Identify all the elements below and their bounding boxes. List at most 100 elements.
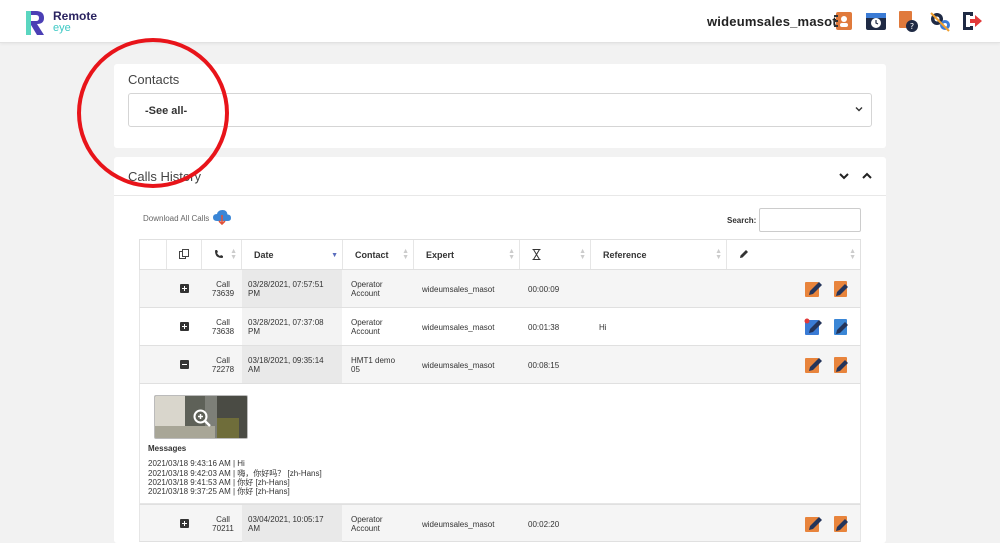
edit-note-icon[interactable] [803,317,823,337]
table-row[interactable]: Call 73638 03/28/2021, 07:37:08 PM Opera… [139,308,861,346]
copy-icon [179,249,189,259]
expert-cell: wideumsales_masot [422,361,495,370]
expert-cell: wideumsales_masot [422,323,495,332]
call-cell: Call 72278 [210,356,236,374]
sort-desc-icon: ▼ [331,252,338,259]
call-id: 73639 [211,289,235,298]
contact-name-2: Account [351,327,380,336]
calls-history-panel: Calls History Download All Calls Search:… [114,157,886,543]
contact-cell: Operator Account [351,280,383,298]
date-cell: 03/28/2021, 07:57:51 PM [242,270,342,307]
call-cell: Call 73639 [210,280,236,298]
edit-note-icon[interactable] [803,355,823,375]
call-id: 70211 [212,524,234,533]
search-label: Search: [727,216,757,225]
search-input[interactable] [759,208,861,232]
app-name: Remote [53,9,98,23]
call-label: Call [216,515,230,524]
download-all-calls-label: Download All Calls [143,213,210,223]
contact-cell: Operator Account [351,515,383,533]
report-icon[interactable] [831,514,851,534]
edit-note-icon[interactable] [803,279,823,299]
settings-gears-icon[interactable] [928,9,952,33]
contact-name: HMT1 demo [351,356,396,365]
contact-name-2: Account [351,289,380,298]
date-value: 03/28/2021, 07:37:08 PM [248,318,324,336]
table-row[interactable]: Call 73639 03/28/2021, 07:57:51 PM Opera… [139,270,861,308]
app-subname: eye [53,22,71,34]
download-all-calls-button[interactable]: Download All Calls [143,209,232,227]
date-header-label: Date [254,250,274,260]
divider [114,195,886,196]
date-value: 03/28/2021, 07:57:51 PM [248,280,324,298]
pencil-icon [740,250,748,258]
call-id: 72278 [211,365,235,374]
edit-note-icon[interactable] [803,514,823,534]
call-id: 73638 [211,327,235,336]
date-value: 03/18/2021, 09:35:14 AM [248,356,324,374]
expert-cell: wideumsales_masot [422,285,495,294]
contacts-select[interactable]: -See all- [128,93,872,127]
column-header-call[interactable]: ▲ ▼ [202,240,242,269]
duration-cell: 00:01:38 [528,323,560,332]
report-icon[interactable] [831,355,851,375]
svg-text:?: ? [910,22,914,31]
call-details-panel: Messages 2021/03/18 9:43:16 AM | Hi 2021… [139,384,861,504]
contact-cell: Operator Account [351,318,383,336]
chevron-up-icon[interactable] [861,170,873,182]
table-row[interactable]: Call 72278 03/18/2021, 09:35:14 AM HMT1 … [139,346,861,384]
column-header-edit[interactable]: ▲ ▼ [727,240,860,269]
column-header-date[interactable]: Date ▼ [242,240,343,269]
call-label: Call [216,280,230,289]
logout-icon[interactable] [960,9,984,33]
column-header-contact[interactable]: Contact ▲ ▼ [343,240,414,269]
chevron-down-icon[interactable] [838,170,850,182]
chevron-down-icon [855,107,863,112]
date-ampm: PM [248,289,260,298]
date-ampm: AM [248,524,260,533]
report-icon[interactable] [831,279,851,299]
help-document-icon[interactable]: ? [896,9,920,33]
expand-row-icon[interactable] [180,322,189,331]
column-header-reference[interactable]: Reference ▲ ▼ [591,240,727,269]
contacts-book-icon[interactable] [832,9,856,33]
sort-icon: ▲ ▼ [230,248,237,261]
history-clock-icon[interactable] [864,9,888,33]
call-media-thumbnail[interactable] [154,395,248,439]
table-row[interactable]: Call 70211 03/04/2021, 10:05:17 AM Opera… [139,504,861,542]
contact-name-2: Account [351,524,380,533]
annotation-circle [77,38,229,188]
expand-row-icon[interactable] [180,519,189,528]
column-header-expert[interactable]: Expert ▲ ▼ [414,240,520,269]
date-value: 03/04/2021, 10:05:17 AM [248,515,324,533]
column-header-duration[interactable]: ▲ ▼ [520,240,591,269]
date-cell: 03/18/2021, 09:35:14 AM [242,346,342,383]
message-line: 2021/03/18 9:43:16 AM | Hi [148,459,245,468]
reference-header-label: Reference [603,250,647,260]
messages-title: Messages [148,444,187,453]
column-header-copy[interactable] [167,240,202,269]
cloud-download-icon [213,210,232,226]
contact-name: Operator [351,280,383,289]
report-icon[interactable] [831,317,851,337]
date-line: 03/28/2021, 07:57:51 [248,280,324,289]
duration-cell: 00:08:15 [528,361,560,370]
duration-cell: 00:02:20 [528,520,560,529]
phone-icon [215,250,223,258]
duration-cell: 00:00:09 [528,285,560,294]
date-line: 03/18/2021, 09:35:14 [248,356,324,365]
date-ampm: PM [248,327,260,336]
sort-icon: ▲ ▼ [579,248,586,261]
sort-icon: ▲ ▼ [508,248,515,261]
collapse-row-icon[interactable] [180,360,189,369]
date-ampm: AM [248,365,260,374]
contact-cell: HMT1 demo 05 [351,356,395,374]
date-cell: 03/04/2021, 10:05:17 AM [242,505,342,542]
column-header-expand [140,240,167,269]
reference-cell: Hi [599,323,607,332]
app-logo[interactable]: Remote eye [24,10,97,36]
call-label: Call [216,318,230,327]
call-label: Call [216,356,230,365]
expand-row-icon[interactable] [180,284,189,293]
username-label[interactable]: wideumsales_masot [707,14,837,29]
